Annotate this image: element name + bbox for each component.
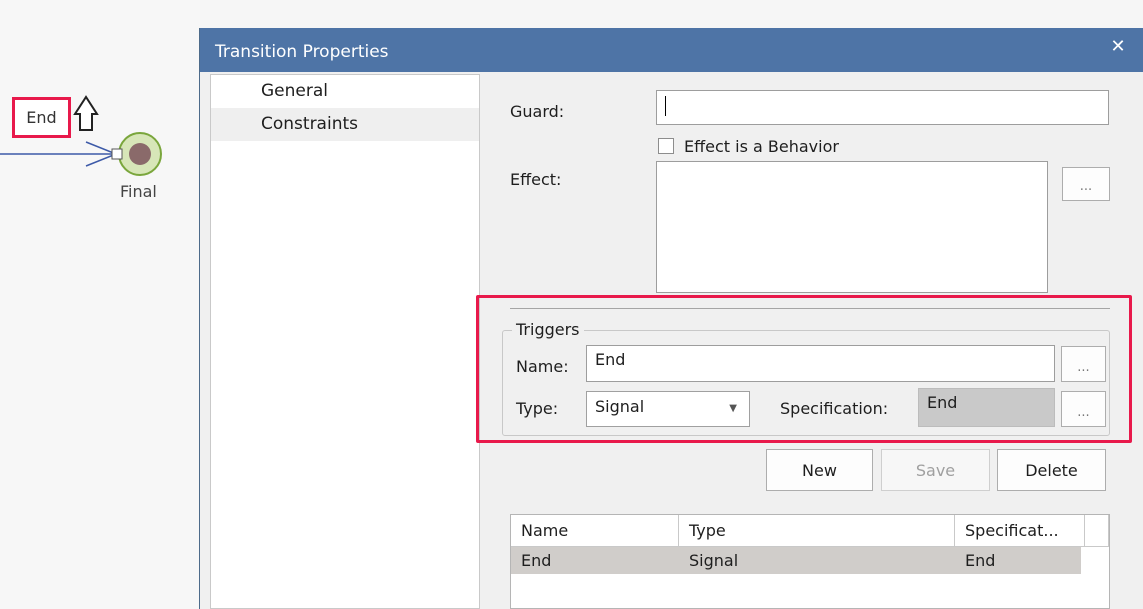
- effect-is-behavior-label: Effect is a Behavior: [684, 137, 839, 156]
- effect-label: Effect:: [510, 170, 562, 189]
- guard-input[interactable]: [656, 90, 1109, 125]
- dialog-titlebar[interactable]: Transition Properties ✕: [200, 28, 1143, 72]
- close-icon: ✕: [1110, 35, 1126, 57]
- specification-browse-button[interactable]: ...: [1061, 391, 1106, 427]
- close-button[interactable]: ✕: [1104, 32, 1132, 60]
- transition-connector: [0, 95, 162, 176]
- dialog-title: Transition Properties: [215, 42, 389, 62]
- effect-browse-button[interactable]: ...: [1062, 167, 1110, 201]
- move-handle-icon[interactable]: [73, 95, 99, 131]
- final-state-node-icon[interactable]: [118, 132, 162, 176]
- trigger-name-browse-button[interactable]: ...: [1061, 346, 1106, 382]
- nav-item-constraints[interactable]: Constraints: [211, 108, 479, 141]
- trigger-type-select[interactable]: Signal ▼: [586, 391, 750, 427]
- text-caret: [665, 95, 666, 116]
- specification-label: Specification:: [780, 399, 889, 418]
- trigger-name-input[interactable]: End: [586, 345, 1055, 382]
- transition-properties-dialog: Transition Properties ✕ General Constrai…: [199, 28, 1143, 609]
- effect-is-behavior-checkbox[interactable]: [658, 138, 674, 154]
- delete-button[interactable]: Delete: [997, 449, 1106, 491]
- column-header-type[interactable]: Type: [679, 515, 955, 547]
- trigger-name-label: Name:: [516, 357, 569, 376]
- triggers-group-title: Triggers: [512, 320, 584, 339]
- selection-handle[interactable]: [111, 148, 123, 160]
- column-header-name[interactable]: Name: [511, 515, 679, 547]
- column-header-filler: [1085, 515, 1109, 547]
- trigger-type-label: Type:: [516, 399, 559, 418]
- separator: [510, 308, 1110, 309]
- table-row[interactable]: End Signal End: [511, 547, 1081, 574]
- guard-label: Guard:: [510, 102, 565, 121]
- table-cell-specification: End: [965, 551, 996, 570]
- column-header-specification[interactable]: Specificat...: [955, 515, 1085, 547]
- properties-nav: General Constraints: [210, 74, 480, 609]
- triggers-table: Name Type Specificat... End Signal End: [510, 514, 1110, 609]
- nav-item-general[interactable]: General: [211, 75, 479, 108]
- specification-field: End: [918, 388, 1055, 427]
- diagram-canvas: End Final: [0, 0, 200, 609]
- new-button[interactable]: New: [766, 449, 873, 491]
- final-node-label: Final: [120, 182, 157, 201]
- table-cell-type: Signal: [689, 551, 739, 570]
- effect-textarea[interactable]: [656, 161, 1048, 293]
- save-button[interactable]: Save: [881, 449, 990, 491]
- table-cell-name: End: [521, 551, 552, 570]
- chevron-down-icon: ▼: [729, 403, 737, 414]
